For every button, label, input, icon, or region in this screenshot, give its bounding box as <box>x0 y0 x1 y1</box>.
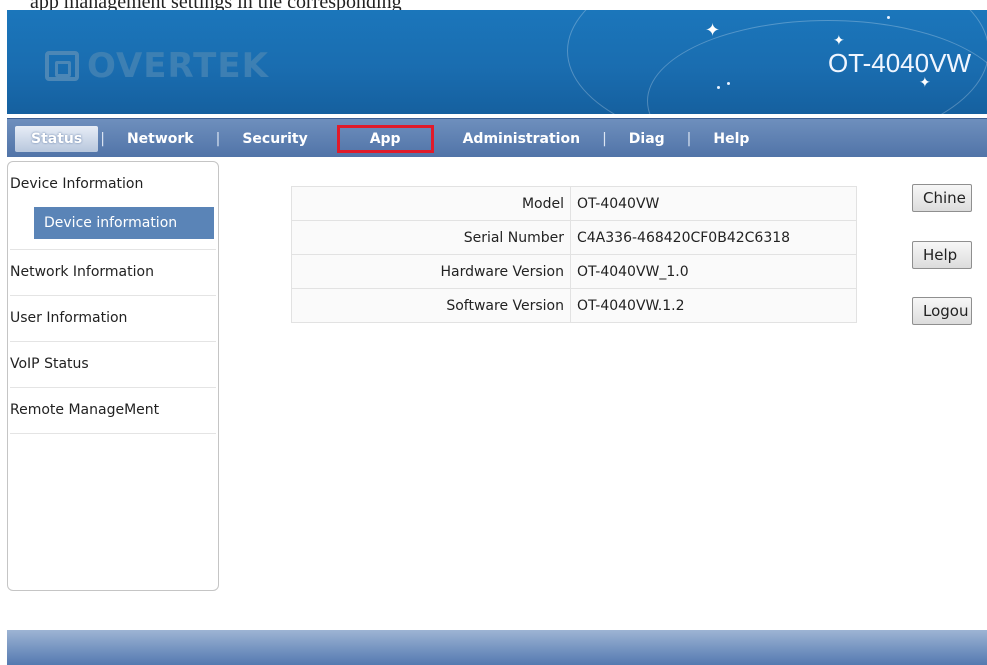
sidebar-item-voip-status[interactable]: VoIP Status <box>10 342 216 388</box>
star-dot <box>727 82 730 85</box>
sparkle-icon: ✦ <box>705 20 721 41</box>
sidebar-item-remote-management[interactable]: Remote ManageMent <box>10 388 216 434</box>
footer-bar <box>7 630 987 665</box>
row-value: OT-4040VW.1.2 <box>570 288 857 323</box>
overtek-logo: OVERTEK <box>45 46 269 86</box>
main-nav: Status | Network | Security App Administ… <box>7 118 987 157</box>
row-value: OT-4040VW <box>570 186 857 221</box>
row-label: Hardware Version <box>291 254 571 289</box>
nav-tab-administration[interactable]: Administration <box>443 126 600 152</box>
row-label: Serial Number <box>291 220 571 255</box>
row-value: OT-4040VW_1.0 <box>570 254 857 289</box>
nav-tab-status[interactable]: Status <box>15 126 99 152</box>
nav-tab-network[interactable]: Network <box>107 126 214 152</box>
sparkle-icon: ✦ <box>833 33 845 49</box>
device-info-table: Model OT-4040VW Serial Number C4A336-468… <box>291 186 857 323</box>
sidebar-item-user-information[interactable]: User Information <box>10 296 216 342</box>
star-dot <box>887 16 890 19</box>
model-title: OT-4040VW <box>827 48 971 78</box>
row-value: C4A336-468420CF0B42C6318 <box>570 220 857 255</box>
chinese-language-button[interactable]: Chine <box>912 184 972 212</box>
nav-separator: | <box>602 131 607 147</box>
sidebar-subitem-device-information[interactable]: Device information <box>34 207 214 239</box>
help-button[interactable]: Help <box>912 241 972 269</box>
table-row: Hardware Version OT-4040VW_1.0 <box>291 254 857 289</box>
logo-text: OVERTEK <box>87 46 269 86</box>
nav-tab-app[interactable]: App <box>336 125 434 153</box>
top-text-fragment: app management settings in the correspon… <box>0 0 987 10</box>
table-row: Serial Number C4A336-468420CF0B42C6318 <box>291 220 857 255</box>
nav-separator: | <box>215 131 221 147</box>
sidebar-item-device-information[interactable]: Device Information <box>10 162 216 207</box>
logo-mark-icon <box>45 51 79 81</box>
header-banner: ✦ ✦ ✦ OVERTEK OT-4040VW <box>7 10 987 114</box>
nav-tab-security[interactable]: Security <box>222 126 327 152</box>
nav-tab-help[interactable]: Help <box>693 126 769 152</box>
nav-separator: | <box>100 131 105 147</box>
star-dot <box>717 86 720 89</box>
sidebar: Device Information Device information Ne… <box>7 161 219 591</box>
row-label: Software Version <box>291 288 571 323</box>
table-row: Software Version OT-4040VW.1.2 <box>291 288 857 323</box>
sidebar-item-network-information[interactable]: Network Information <box>10 250 216 296</box>
logout-button[interactable]: Logou <box>912 297 972 325</box>
row-label: Model <box>291 186 571 221</box>
nav-tab-diag[interactable]: Diag <box>609 126 685 152</box>
table-row: Model OT-4040VW <box>291 186 857 221</box>
nav-separator: | <box>686 131 692 147</box>
top-text-fragment-label: app management settings in the correspon… <box>30 0 402 10</box>
sidebar-group-device-information: Device Information Device information <box>10 162 216 250</box>
